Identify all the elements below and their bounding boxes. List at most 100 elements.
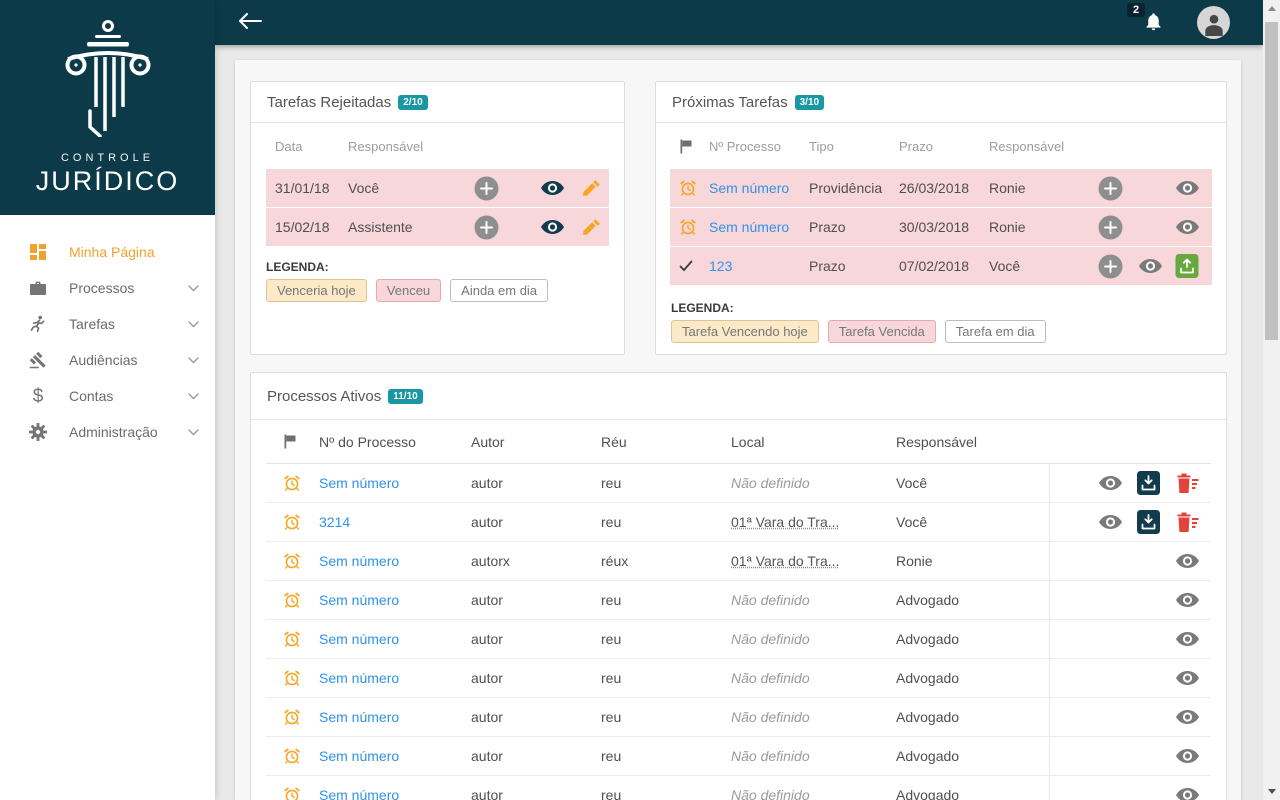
cell-responsavel: Ronie bbox=[896, 542, 1049, 580]
runner-icon bbox=[27, 315, 49, 333]
view-button[interactable] bbox=[1176, 554, 1199, 568]
alarm-icon bbox=[266, 503, 319, 541]
sidebar-item-processos[interactable]: Processos bbox=[0, 270, 215, 306]
sidebar-item-administracao[interactable]: Administração bbox=[0, 414, 215, 450]
process-link[interactable]: Sem número bbox=[709, 180, 789, 196]
view-button[interactable] bbox=[541, 220, 564, 234]
view-button[interactable] bbox=[1176, 710, 1199, 724]
column-header-responsavel: Responsável bbox=[896, 420, 1049, 463]
alarm-icon bbox=[266, 620, 319, 658]
cell-autor: autor bbox=[471, 659, 601, 697]
table-row: Sem número autor reu Não definido Advoga… bbox=[266, 698, 1211, 737]
cell-data: 15/02/18 bbox=[266, 219, 348, 235]
scrollbar-down-button[interactable] bbox=[1263, 783, 1280, 800]
cell-local: Não definido bbox=[731, 475, 810, 491]
cell-autor: autor bbox=[471, 464, 601, 502]
scrollbar-thumb[interactable] bbox=[1265, 22, 1278, 340]
view-button[interactable] bbox=[1176, 671, 1199, 685]
sidebar-item-contas[interactable]: $ Contas bbox=[0, 378, 215, 414]
sidebar-item-tarefas[interactable]: Tarefas bbox=[0, 306, 215, 342]
add-button[interactable] bbox=[1098, 176, 1123, 201]
cell-autor: autor bbox=[471, 776, 601, 800]
sidebar-item-minha-pagina[interactable]: Minha Página bbox=[0, 234, 215, 270]
alarm-icon bbox=[266, 737, 319, 775]
process-link[interactable]: Sem número bbox=[319, 631, 399, 647]
view-button[interactable] bbox=[1139, 259, 1162, 273]
table-row: Sem número autor reu Não definido Advoga… bbox=[266, 737, 1211, 776]
chevron-down-icon bbox=[188, 285, 199, 292]
sidebar-item-label: Processos bbox=[69, 280, 134, 296]
process-link[interactable]: Sem número bbox=[319, 748, 399, 764]
view-button[interactable] bbox=[1176, 220, 1199, 234]
gavel-icon bbox=[27, 351, 49, 369]
sidebar-item-label: Administração bbox=[69, 424, 158, 440]
process-link[interactable]: 123 bbox=[709, 258, 732, 274]
legend-chip-tarefa-vencida: Tarefa Vencida bbox=[828, 320, 936, 343]
add-button[interactable] bbox=[1098, 254, 1123, 279]
cell-responsavel: Ronie bbox=[989, 180, 1089, 196]
process-link[interactable]: Sem número bbox=[319, 475, 399, 491]
conclude-button[interactable] bbox=[1175, 254, 1199, 278]
import-button[interactable] bbox=[1137, 510, 1160, 534]
cell-autor: autor bbox=[471, 620, 601, 658]
column-header-local: Local bbox=[731, 420, 896, 463]
add-button[interactable] bbox=[474, 176, 499, 201]
notification-badge: 2 bbox=[1127, 3, 1145, 17]
view-button[interactable] bbox=[1099, 476, 1122, 490]
view-button[interactable] bbox=[1176, 593, 1199, 607]
view-button[interactable] bbox=[1099, 515, 1122, 529]
card-proximas-tarefas: Próximas Tarefas 3/10 Nº Processo Tipo P… bbox=[655, 81, 1227, 355]
back-button[interactable] bbox=[237, 12, 263, 33]
cell-responsavel: Advogado bbox=[896, 581, 1049, 619]
add-button[interactable] bbox=[1098, 215, 1123, 240]
cell-reu: reu bbox=[601, 503, 731, 541]
view-button[interactable] bbox=[1176, 749, 1199, 763]
bell-icon bbox=[1143, 10, 1164, 36]
view-button[interactable] bbox=[541, 181, 564, 195]
cell-responsavel: Advogado bbox=[896, 698, 1049, 736]
avatar[interactable] bbox=[1197, 6, 1230, 39]
table-row: Sem número Prazo 30/03/2018 Ronie bbox=[670, 208, 1212, 246]
legend-chip-ainda-em-dia: Ainda em dia bbox=[450, 279, 548, 302]
view-button[interactable] bbox=[1176, 632, 1199, 646]
view-button[interactable] bbox=[1176, 181, 1199, 195]
process-link[interactable]: Sem número bbox=[319, 709, 399, 725]
process-link[interactable]: Sem número bbox=[319, 787, 399, 800]
process-link[interactable]: Sem número bbox=[319, 670, 399, 686]
column-header-reu: Réu bbox=[601, 420, 731, 463]
table-row: 31/01/18 Você bbox=[266, 169, 609, 207]
view-button[interactable] bbox=[1176, 788, 1199, 800]
table-row: Sem número autor reu Não definido Advoga… bbox=[266, 659, 1211, 698]
cell-local: Não definido bbox=[731, 670, 810, 686]
cell-responsavel: Você bbox=[896, 503, 1049, 541]
check-icon bbox=[670, 260, 709, 272]
dashboard-icon bbox=[27, 243, 49, 261]
table-row: Sem número autor reu Não definido Advoga… bbox=[266, 620, 1211, 659]
cell-local: Não definido bbox=[731, 709, 810, 725]
card-title: Tarefas Rejeitadas bbox=[267, 94, 391, 111]
cell-local: Não definido bbox=[731, 592, 810, 608]
sidebar-item-audiencias[interactable]: Audiências bbox=[0, 342, 215, 378]
scrollbar-up-button[interactable] bbox=[1263, 0, 1280, 17]
cell-reu: reu bbox=[601, 620, 731, 658]
edit-button[interactable] bbox=[582, 179, 601, 198]
logo-juridico: JURÍDICO bbox=[36, 166, 180, 197]
process-link[interactable]: Sem número bbox=[709, 219, 789, 235]
notifications-button[interactable]: 2 bbox=[1143, 10, 1164, 36]
topbar: 2 bbox=[215, 0, 1263, 45]
cell-tipo: Prazo bbox=[809, 219, 899, 235]
process-link[interactable]: 3214 bbox=[319, 514, 350, 530]
table-row: Sem número autor reu Não definido Você bbox=[266, 464, 1211, 503]
edit-button[interactable] bbox=[582, 218, 601, 237]
table-row: 3214 autor reu 01ª Vara do Tra... Você bbox=[266, 503, 1211, 542]
process-link[interactable]: Sem número bbox=[319, 592, 399, 608]
delete-button[interactable] bbox=[1175, 472, 1199, 494]
process-link[interactable]: Sem número bbox=[319, 553, 399, 569]
add-button[interactable] bbox=[474, 215, 499, 240]
cell-prazo: 30/03/2018 bbox=[899, 219, 989, 235]
delete-button[interactable] bbox=[1175, 511, 1199, 533]
cell-local: 01ª Vara do Tra... bbox=[731, 514, 839, 530]
table-row: Sem número Providência 26/03/2018 Ronie bbox=[670, 169, 1212, 207]
column-header-data: Data bbox=[266, 139, 348, 154]
import-button[interactable] bbox=[1137, 471, 1160, 495]
